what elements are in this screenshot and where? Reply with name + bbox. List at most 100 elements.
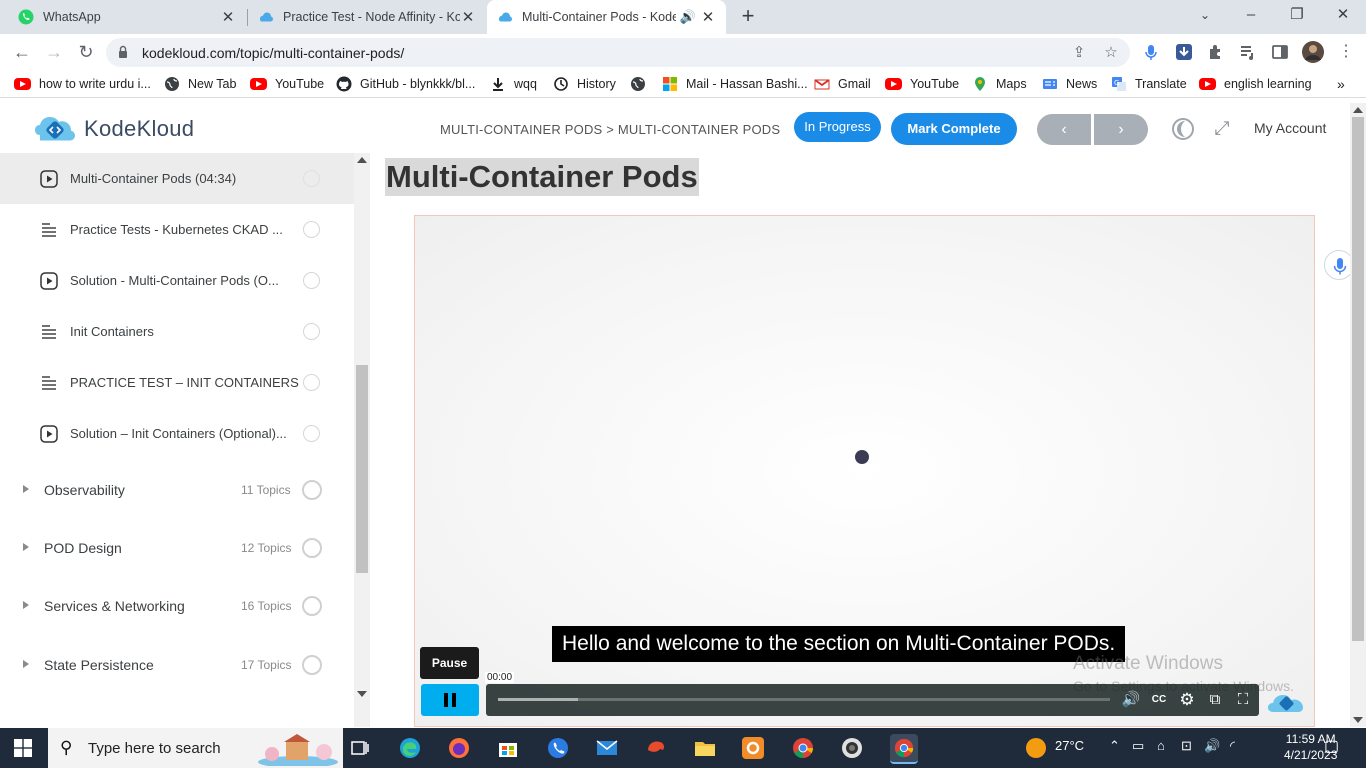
speaker-volume-icon[interactable]: 🔊 xyxy=(1204,738,1220,754)
windows-start-icon[interactable] xyxy=(14,739,32,757)
taskbar-search-box[interactable]: ⚲ Type here to search xyxy=(48,728,343,768)
in-progress-status-button[interactable]: In Progress xyxy=(794,112,881,142)
download-extension-icon[interactable] xyxy=(1175,43,1193,61)
video-player[interactable]: Hello and welcome to the section on Mult… xyxy=(414,215,1315,727)
bookmark-item[interactable]: YouTube xyxy=(250,75,324,93)
network-icon[interactable]: ⌂ xyxy=(1157,738,1165,753)
show-hidden-icons-icon[interactable]: ⌃ xyxy=(1109,738,1120,754)
close-tab-icon[interactable]: ✕ xyxy=(220,8,236,26)
expand-triangle-icon[interactable] xyxy=(23,601,29,609)
progress-track[interactable] xyxy=(498,698,1110,701)
expand-triangle-icon[interactable] xyxy=(23,485,29,493)
close-tab-icon[interactable]: ✕ xyxy=(460,8,476,26)
bookmark-item[interactable]: G Translate xyxy=(1111,75,1187,93)
lesson-item[interactable]: Practice Tests - Kubernetes CKAD ... xyxy=(0,204,354,255)
settings-gear-icon[interactable]: ⚙ xyxy=(1176,690,1198,710)
back-button[interactable]: ← xyxy=(10,40,34,64)
lesson-item[interactable]: Solution - Multi-Container Pods (O... xyxy=(0,255,354,306)
telephone-app-icon[interactable] xyxy=(546,736,570,760)
restore-button[interactable]: ❐ xyxy=(1282,4,1312,28)
side-panel-icon[interactable] xyxy=(1271,43,1289,61)
kodekloud-logo[interactable]: KodeKloud xyxy=(34,115,194,143)
scroll-up-arrow-icon[interactable] xyxy=(1353,107,1363,113)
section-item-observability[interactable]: Observability 11 Topics xyxy=(0,461,354,519)
kodekloud-player-logo-icon[interactable] xyxy=(1268,692,1306,714)
next-lesson-button[interactable]: › xyxy=(1094,114,1148,145)
lesson-item[interactable]: Solution – Init Containers (Optional)... xyxy=(0,408,354,459)
page-scroll-thumb[interactable] xyxy=(1352,117,1364,641)
profile-avatar[interactable] xyxy=(1302,41,1324,63)
bookmark-star-icon[interactable]: ☆ xyxy=(1102,44,1120,62)
scroll-up-arrow-icon[interactable] xyxy=(357,157,367,163)
file-explorer-icon[interactable] xyxy=(693,736,717,760)
dark-mode-moon-icon[interactable] xyxy=(1171,117,1195,141)
bookmark-item[interactable] xyxy=(630,75,654,93)
breadcrumb[interactable]: MULTI-CONTAINER PODS > MULTI-CONTAINER P… xyxy=(440,122,780,137)
pause-button[interactable] xyxy=(421,684,479,716)
minimize-button[interactable]: – xyxy=(1236,4,1266,28)
temperature-readout[interactable]: 27°C xyxy=(1055,738,1084,753)
section-item-state-persistence[interactable]: State Persistence 17 Topics xyxy=(0,636,354,694)
microsoft-store-icon[interactable] xyxy=(496,736,520,760)
bookmark-item[interactable]: YouTube xyxy=(885,75,959,93)
bookmark-item[interactable]: GitHub - blynkkk/bl... xyxy=(336,75,475,93)
new-tab-button[interactable]: + xyxy=(736,5,760,29)
bookmark-item[interactable]: History xyxy=(553,75,616,93)
weather-sun-icon[interactable] xyxy=(1025,737,1047,759)
section-item-services-networking[interactable]: Services & Networking 16 Topics xyxy=(0,577,354,635)
previous-lesson-button[interactable]: ‹ xyxy=(1037,114,1091,145)
game-app-icon[interactable] xyxy=(644,736,668,760)
more-bookmarks-icon[interactable]: » xyxy=(1337,75,1345,93)
lesson-item[interactable]: Init Containers xyxy=(0,306,354,357)
address-bar[interactable]: kodekloud.com/topic/multi-container-pods… xyxy=(106,38,1130,67)
bookmark-item[interactable]: how to write urdu i... xyxy=(14,75,151,93)
expand-triangle-icon[interactable] xyxy=(23,660,29,668)
battery-icon[interactable]: ▭ xyxy=(1132,738,1144,754)
scroll-down-arrow-icon[interactable] xyxy=(1353,717,1363,723)
volume-icon[interactable]: 🔊 xyxy=(1120,690,1142,710)
edge-browser-icon[interactable] xyxy=(398,736,422,760)
picture-in-picture-icon[interactable]: ⧉ xyxy=(1204,690,1226,710)
forward-button[interactable]: → xyxy=(42,40,66,64)
bookmark-item[interactable]: wqq xyxy=(490,75,537,93)
sidebar-scroll-thumb[interactable] xyxy=(356,365,368,573)
mark-complete-button[interactable]: Mark Complete xyxy=(891,113,1017,145)
expand-triangle-icon[interactable] xyxy=(23,543,29,551)
fullscreen-icon[interactable]: ⛶ xyxy=(1232,690,1254,710)
device-icon[interactable]: ⊡ xyxy=(1181,738,1192,754)
tab-multi-container-pods[interactable]: Multi-Container Pods - Kode 🔊 ✕ xyxy=(487,0,726,34)
settings-app-icon[interactable] xyxy=(741,736,765,760)
tab-search-icon[interactable]: ⌄ xyxy=(1190,4,1220,28)
closed-captions-icon[interactable]: CC xyxy=(1148,690,1170,710)
wifi-icon[interactable]: ◜ xyxy=(1230,738,1235,754)
chrome-menu-icon[interactable]: ⋮ xyxy=(1334,40,1358,64)
chrome-profile-icon[interactable] xyxy=(890,734,918,764)
my-account-link[interactable]: My Account xyxy=(1254,120,1326,136)
tab-whatsapp[interactable]: WhatsApp ✕ xyxy=(8,0,246,34)
camera-app-icon[interactable] xyxy=(840,736,864,760)
bookmark-item[interactable]: english learning xyxy=(1199,75,1312,93)
sidebar-scrollbar[interactable] xyxy=(354,153,370,727)
bookmark-item[interactable]: Maps xyxy=(972,75,1027,93)
chrome-icon[interactable] xyxy=(791,736,815,760)
bookmark-item[interactable]: Gmail xyxy=(814,75,871,93)
firefox-icon[interactable] xyxy=(447,736,471,760)
scroll-down-arrow-icon[interactable] xyxy=(357,691,367,697)
extensions-puzzle-icon[interactable] xyxy=(1207,43,1225,61)
speaker-icon[interactable]: 🔊 xyxy=(676,9,700,25)
tab-practice-test[interactable]: Practice Test - Node Affinity - Ko ✕ xyxy=(248,0,486,34)
mail-icon[interactable] xyxy=(595,736,619,760)
bookmark-item[interactable]: New Tab xyxy=(164,75,236,93)
media-controls-icon[interactable] xyxy=(1239,43,1257,61)
fullscreen-expand-icon[interactable]: ⤢ xyxy=(1210,117,1234,141)
reload-button[interactable]: ↻ xyxy=(74,40,98,64)
microphone-extension-icon[interactable] xyxy=(1142,43,1160,61)
close-window-button[interactable]: ✕ xyxy=(1328,4,1358,28)
section-item-pod-design[interactable]: POD Design 12 Topics xyxy=(0,519,354,577)
bookmark-item[interactable]: News xyxy=(1042,75,1097,93)
task-view-icon[interactable] xyxy=(348,736,372,760)
lesson-item[interactable]: PRACTICE TEST – INIT CONTAINERS xyxy=(0,357,354,408)
bookmark-item[interactable]: Mail - Hassan Bashi... xyxy=(662,75,808,93)
lesson-item[interactable]: Multi-Container Pods (04:34) xyxy=(0,153,354,204)
notifications-icon[interactable]: ▢ xyxy=(1324,736,1339,756)
